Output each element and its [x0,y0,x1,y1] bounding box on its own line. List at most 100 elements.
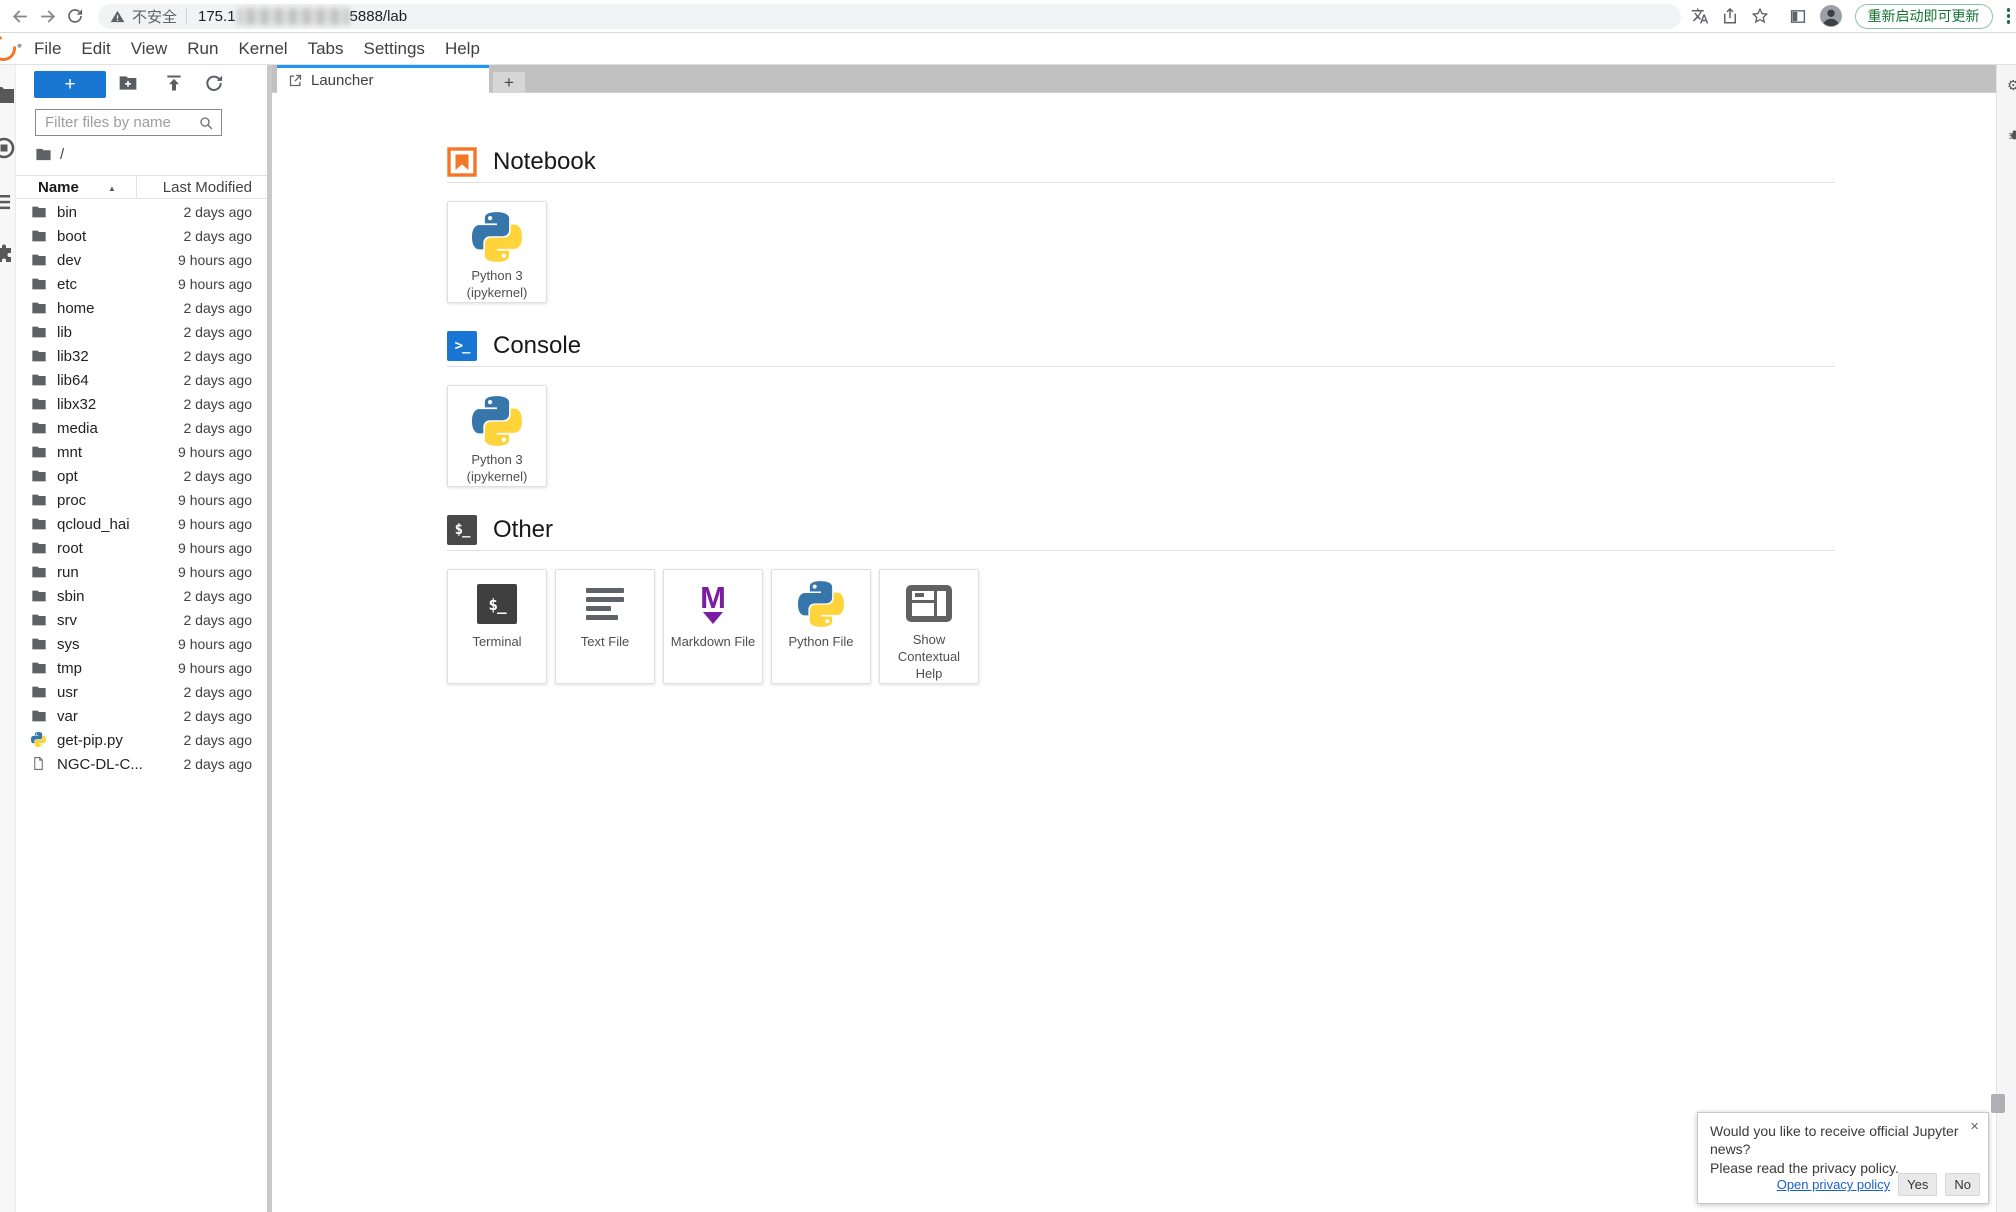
file-row-run[interactable]: run9 hours ago [16,560,267,584]
file-name: root [57,540,83,557]
address-bar[interactable]: 不安全 175.1 5888/lab [98,4,1681,29]
file-modified: 9 hours ago [178,252,252,268]
launcher-card-python-file[interactable]: Python File [771,569,871,684]
folder-icon [31,468,47,484]
menu-view[interactable]: View [121,39,178,59]
open-privacy-policy-link[interactable]: Open privacy policy [1777,1177,1890,1192]
file-row-dev[interactable]: dev9 hours ago [16,248,267,272]
chrome-update-button[interactable]: 重新启动即可更新 [1855,4,1993,29]
reload-icon[interactable] [63,3,88,29]
file-row-usr[interactable]: usr2 days ago [16,680,267,704]
launcher-card-text-file[interactable]: Text File [555,569,655,684]
translate-icon[interactable] [1691,7,1709,25]
file-row-sys[interactable]: sys9 hours ago [16,632,267,656]
file-row-root[interactable]: root9 hours ago [16,536,267,560]
file-row-lib64[interactable]: lib642 days ago [16,368,267,392]
file-row-srv[interactable]: srv2 days ago [16,608,267,632]
file-modified: 2 days ago [184,300,253,316]
menu-help[interactable]: Help [435,39,490,59]
launcher-card-python-3-ipykernel[interactable]: Python 3 (ipykernel) [447,385,547,487]
launcher-card-markdown-file[interactable]: MMarkdown File [663,569,763,684]
column-last-modified[interactable]: Last Modified [163,179,252,196]
launcher-card-python-3-ipykernel[interactable]: Python 3 (ipykernel) [447,201,547,303]
folder-icon [31,276,47,292]
folder-icon [31,660,47,676]
file-modified: 9 hours ago [178,276,252,292]
profile-avatar[interactable] [1819,4,1843,28]
column-name[interactable]: Name [38,179,79,196]
menu-kernel[interactable]: Kernel [228,39,297,59]
close-icon[interactable]: × [1970,1119,1979,1134]
refresh-icon[interactable] [204,73,224,93]
folder-icon [31,564,47,580]
file-row-var[interactable]: var2 days ago [16,704,267,728]
browser-menu-icon[interactable] [2007,8,2011,24]
file-row-opt[interactable]: opt2 days ago [16,464,267,488]
terminal-tile-icon: $_ [477,580,517,628]
file-name: libx32 [57,396,96,413]
yes-button[interactable]: Yes [1898,1173,1937,1196]
file-row-get-pip-py[interactable]: get-pip.py2 days ago [16,728,267,752]
file-row-sbin[interactable]: sbin2 days ago [16,584,267,608]
debugger-bug-icon[interactable] [2007,127,2016,142]
share-icon[interactable] [1721,7,1739,25]
sidebar-tab-table-of-contents-icon[interactable] [0,190,16,214]
property-inspector-icon[interactable]: ⚙⚙ [2007,77,2016,94]
file-row-bin[interactable]: bin2 days ago [16,200,267,224]
menu-settings[interactable]: Settings [354,39,435,59]
file-name: sbin [57,588,85,605]
new-tab-button[interactable]: + [493,72,525,93]
file-row-etc[interactable]: etc9 hours ago [16,272,267,296]
sidebar-tab-file-browser-icon[interactable] [0,83,16,107]
folder-icon [31,444,47,460]
launcher-card-show-contextual-help[interactable]: Show Contextual Help [879,569,979,684]
file-row-qcloud-hai[interactable]: qcloud_hai9 hours ago [16,512,267,536]
menu-tabs[interactable]: Tabs [298,39,354,59]
folder-icon [31,492,47,508]
no-button[interactable]: No [1945,1173,1980,1196]
menu-run[interactable]: Run [177,39,228,59]
terminal-badge-icon: $_ [447,515,477,545]
file-row-tmp[interactable]: tmp9 hours ago [16,656,267,680]
file-name: var [57,708,78,725]
filter-files-box [35,109,222,136]
back-icon[interactable] [8,3,33,29]
side-panel-icon[interactable] [1789,8,1807,25]
python-logo-icon [798,580,844,628]
scrollbar-thumb[interactable] [1991,1094,2005,1113]
bookmark-star-icon[interactable] [1751,7,1769,25]
new-launcher-button[interactable]: + [34,71,106,98]
folder-icon [31,636,47,652]
file-name: tmp [57,660,82,677]
card-label: Terminal [468,634,525,651]
file-row-media[interactable]: media2 days ago [16,416,267,440]
forward-icon[interactable] [35,3,60,29]
launcher-card-terminal[interactable]: $_ Terminal [447,569,547,684]
file-row-lib32[interactable]: lib322 days ago [16,344,267,368]
card-label: Python File [784,634,857,651]
file-row-home[interactable]: home2 days ago [16,296,267,320]
sidebar-tab-extensions-icon[interactable] [0,243,16,267]
file-row-lib[interactable]: lib2 days ago [16,320,267,344]
menu-file[interactable]: File [24,39,71,59]
folder-icon [31,420,47,436]
breadcrumb-root[interactable]: / [60,146,64,163]
new-folder-icon[interactable] [118,73,138,93]
file-row-libx32[interactable]: libx322 days ago [16,392,267,416]
menu-edit[interactable]: Edit [71,39,120,59]
notebook-badge-icon [447,147,477,177]
home-folder-icon[interactable] [35,146,52,163]
file-row-boot[interactable]: boot2 days ago [16,224,267,248]
file-name: lib [57,324,72,341]
file-row-mnt[interactable]: mnt9 hours ago [16,440,267,464]
upload-icon[interactable] [164,73,184,93]
file-row-proc[interactable]: proc9 hours ago [16,488,267,512]
file-name: mnt [57,444,82,461]
sidebar-tab-running-sessions-icon[interactable] [0,136,16,160]
tab-launcher[interactable]: Launcher [277,65,489,93]
file-row-ngc-dl-c[interactable]: NGC-DL-C...2 days ago [16,752,267,776]
breadcrumb[interactable]: / [35,146,64,163]
card-label: Markdown File [667,634,760,651]
sort-ascending-icon[interactable]: ▲ [108,184,116,193]
filter-files-input[interactable] [43,113,198,132]
